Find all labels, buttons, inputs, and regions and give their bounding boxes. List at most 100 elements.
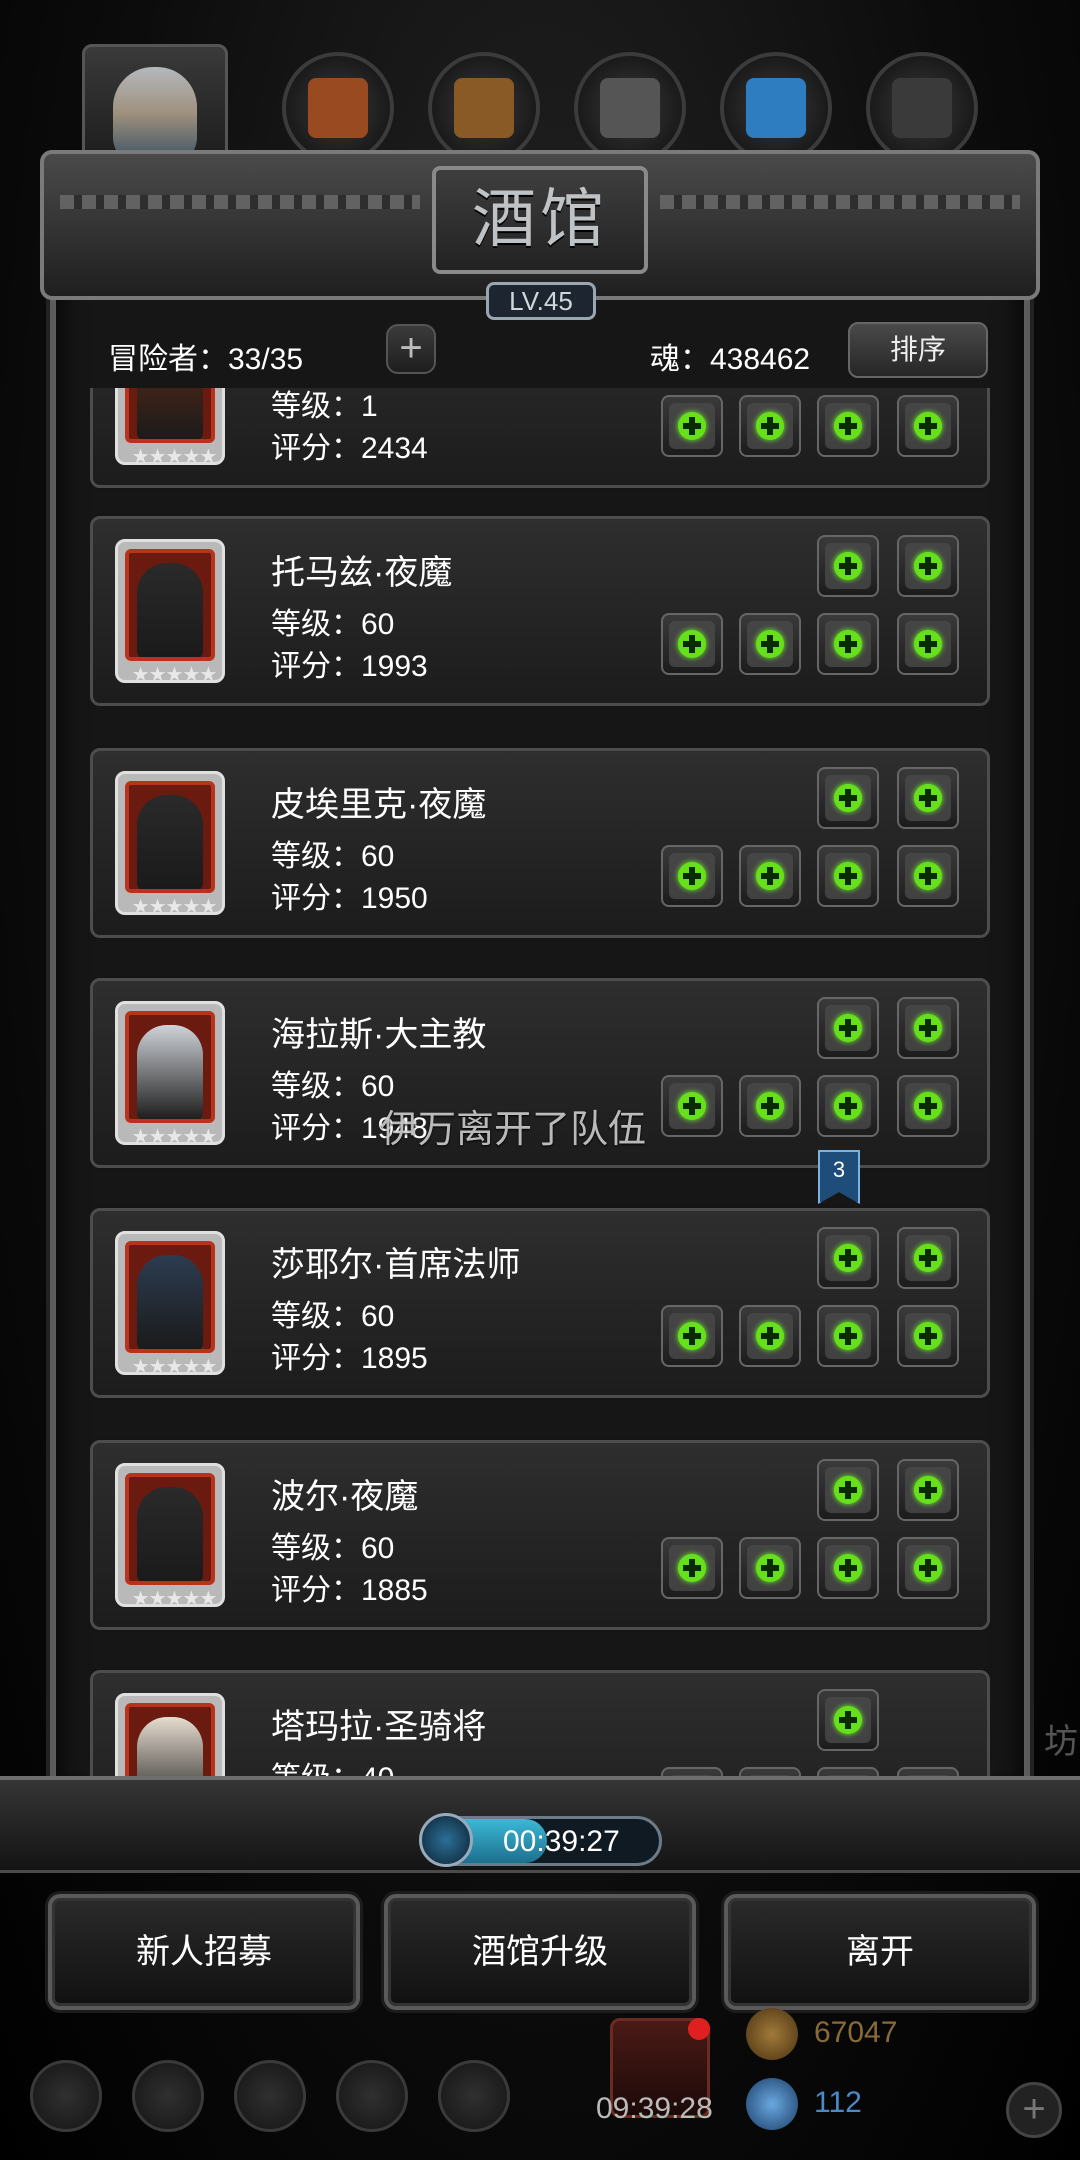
equipment-slot-bottom[interactable]	[661, 845, 723, 907]
tavern-level-badge: LV.45	[486, 282, 596, 320]
hero-card[interactable]: ★★★★★ 托马兹·夜魔 等级：60 评分：1993	[90, 516, 990, 706]
hero-score: 评分：1885	[271, 1574, 428, 1607]
equipment-slot-bottom[interactable]	[897, 613, 959, 675]
map-icon[interactable]	[438, 2060, 510, 2132]
plus-icon	[678, 1554, 706, 1582]
equipment-slot-bottom[interactable]	[897, 395, 959, 457]
equipment-slot-bottom[interactable]	[817, 1305, 879, 1367]
plus-icon	[834, 1092, 862, 1120]
meat-icon	[308, 78, 368, 138]
equipment-slot-top[interactable]	[897, 997, 959, 1059]
equipment-slot-bottom[interactable]	[739, 1075, 801, 1137]
plus-icon	[834, 1014, 862, 1042]
equipment-slot-top[interactable]	[817, 997, 879, 1059]
hero-card[interactable]: ★★★★★ 皮埃里克·夜魔 等级：60 评分：1950	[90, 748, 990, 938]
equipment-slot-bottom[interactable]	[897, 1075, 959, 1137]
equipment-slot-bottom[interactable]	[661, 1075, 723, 1137]
upgrade-tavern-button[interactable]: 酒馆升级	[384, 1894, 696, 2010]
side-building-label: 坊	[1044, 1723, 1078, 1761]
chain-left-decoration	[60, 195, 420, 209]
equipment-slot-bottom[interactable]	[897, 1305, 959, 1367]
equipment-slot-bottom[interactable]	[661, 395, 723, 457]
plus-icon	[756, 862, 784, 890]
resource-3[interactable]	[720, 52, 832, 164]
resource-2[interactable]	[574, 52, 686, 164]
hero-level: 等级：60	[271, 1070, 395, 1103]
resource-0[interactable]	[282, 52, 394, 164]
hero-figure-icon	[137, 563, 203, 657]
iron-icon	[600, 78, 660, 138]
plus-icon	[914, 552, 942, 580]
equipment-slot-top[interactable]	[817, 1689, 879, 1751]
equipment-slot-bottom[interactable]	[661, 1305, 723, 1367]
toast-message: 伊万离开了队伍	[380, 1109, 647, 1151]
equipment-slot-bottom[interactable]	[739, 395, 801, 457]
plus-icon	[914, 1476, 942, 1504]
hero-level: 等级：60	[271, 1300, 395, 1333]
equipment-slot-bottom[interactable]	[897, 1537, 959, 1599]
equipment-slot-top[interactable]	[817, 1459, 879, 1521]
tavern-title: 酒馆	[472, 183, 608, 257]
star-rating: ★★★★★	[131, 896, 218, 918]
plus-icon	[756, 1092, 784, 1120]
star-rating: ★★★★★	[131, 664, 218, 686]
hero-card[interactable]: ★★★★★ 等级：1 评分：2434	[90, 388, 990, 488]
equipment-slot-bottom[interactable]	[739, 1537, 801, 1599]
settings-icon[interactable]	[30, 2060, 102, 2132]
hero-card[interactable]: ★★★★★ 波尔·夜魔 等级：60 评分：1885	[90, 1440, 990, 1630]
hero-card[interactable]: 塔玛拉·圣骑将 等级：40	[90, 1670, 990, 1780]
equipment-slot-bottom[interactable]	[817, 845, 879, 907]
plus-icon	[914, 412, 942, 440]
equipment-slot-top[interactable]	[817, 535, 879, 597]
expand-roster-button[interactable]: +	[386, 324, 436, 374]
equipment-slot-bottom[interactable]	[739, 845, 801, 907]
plus-icon	[834, 1706, 862, 1734]
mail-icon[interactable]	[336, 2060, 408, 2132]
equipment-slot-bottom[interactable]	[739, 1305, 801, 1367]
chain-right-decoration	[660, 195, 1020, 209]
equipment-slot-top[interactable]	[817, 1227, 879, 1289]
portrait-frame	[125, 1473, 215, 1585]
guild-icon[interactable]	[234, 2060, 306, 2132]
plus-icon	[678, 862, 706, 890]
hero-list[interactable]: ★★★★★ 等级：1 评分：2434 ★★★★★ 托马兹·夜魔 等级：60 评分：1993 ★…	[86, 388, 994, 1780]
equipment-slot-bottom[interactable]	[897, 845, 959, 907]
adventurer-count: 冒险者：33/35	[108, 343, 304, 376]
hero-figure-icon	[137, 795, 203, 889]
plus-icon	[914, 1554, 942, 1582]
equipment-slot-top[interactable]	[817, 767, 879, 829]
equipment-slot-bottom[interactable]	[817, 613, 879, 675]
add-currency-button[interactable]: +	[1006, 2082, 1062, 2138]
plus-icon	[834, 1322, 862, 1350]
resource-4[interactable]	[866, 52, 978, 164]
equipment-slot-top[interactable]	[897, 1459, 959, 1521]
plus-icon	[678, 412, 706, 440]
gem-icon	[746, 2078, 798, 2130]
leave-button[interactable]: 离开	[724, 1894, 1036, 2010]
portrait-frame	[125, 388, 215, 443]
hero-portrait	[115, 1693, 225, 1780]
resource-1[interactable]	[428, 52, 540, 164]
equipment-slot-bottom[interactable]	[739, 613, 801, 675]
equipment-slot-bottom[interactable]	[661, 1537, 723, 1599]
equipment-slot-bottom[interactable]	[817, 1075, 879, 1137]
achievement-icon[interactable]	[132, 2060, 204, 2132]
equipment-slot-top[interactable]	[897, 1227, 959, 1289]
portrait-frame	[125, 1241, 215, 1353]
recruit-button[interactable]: 新人招募	[48, 1894, 360, 2010]
equipment-slot-bottom[interactable]	[817, 1537, 879, 1599]
hero-figure-icon	[137, 1717, 203, 1780]
plus-icon	[914, 1322, 942, 1350]
hero-name: 莎耶尔·首席法师	[271, 1246, 521, 1284]
plus-icon	[834, 1554, 862, 1582]
equipment-slot-top[interactable]	[897, 767, 959, 829]
sort-button[interactable]: 排序	[848, 322, 988, 378]
equipment-slot-top[interactable]	[897, 535, 959, 597]
equipment-slot-bottom[interactable]	[661, 613, 723, 675]
star-rating: ★★★★★	[131, 1126, 218, 1148]
hero-card[interactable]: ★★★★★ 莎耶尔·首席法师 等级：60 评分：1895	[90, 1208, 990, 1398]
equipment-slot-bottom[interactable]	[817, 395, 879, 457]
plus-icon	[834, 630, 862, 658]
bottom-nav	[0, 2020, 1080, 2160]
hero-name: 海拉斯·大主教	[271, 1016, 487, 1054]
